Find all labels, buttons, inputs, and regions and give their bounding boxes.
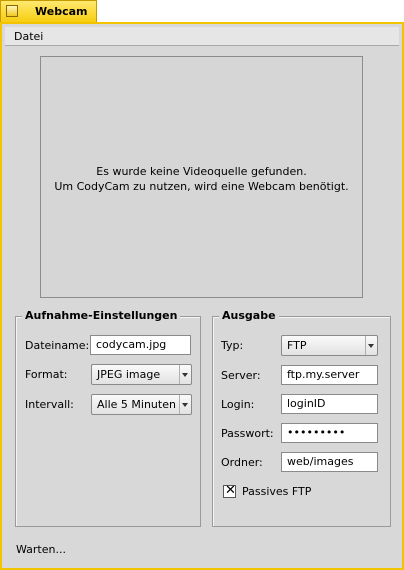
zoom-icon[interactable] (6, 5, 18, 17)
menu-datei[interactable]: Datei (14, 30, 43, 43)
interval-select[interactable]: Alle 5 Minuten (91, 394, 192, 415)
interval-value: Alle 5 Minuten (97, 398, 176, 411)
folder-label: Ordner: (221, 456, 263, 469)
capture-settings-group: Aufnahme-Einstellungen Dateiname: codyca… (15, 309, 201, 527)
capture-settings-title: Aufnahme-Einstellungen (22, 309, 181, 322)
menu-bar: Datei (5, 27, 399, 46)
interval-label: Intervall: (25, 398, 74, 411)
server-label: Server: (221, 369, 261, 382)
window-title: Webcam (35, 5, 88, 18)
folder-field[interactable]: web/images (281, 452, 378, 472)
check-mark-icon: ✕ (225, 483, 236, 498)
output-group: Ausgabe Typ: FTP Server: ftp.my.server L… (212, 309, 391, 527)
video-preview: Es wurde keine Videoquelle gefunden. Um … (40, 56, 363, 298)
no-source-message: Es wurde keine Videoquelle gefunden. Um … (41, 164, 362, 194)
type-select[interactable]: FTP (281, 335, 378, 356)
type-label: Typ: (221, 339, 244, 352)
output-title: Ausgabe (219, 309, 279, 322)
window-tab[interactable]: Webcam (0, 0, 97, 22)
webcam-window: Datei Es wurde keine Videoquelle gefunde… (0, 22, 404, 570)
filename-label: Dateiname: (25, 339, 90, 352)
passive-ftp-checkbox[interactable]: ✕ (223, 483, 236, 498)
format-select[interactable]: JPEG image (91, 364, 192, 385)
chevron-down-icon (179, 395, 191, 414)
window-content: Es wurde keine Videoquelle gefunden. Um … (5, 46, 399, 565)
status-text: Warten... (16, 543, 66, 556)
login-label: Login: (221, 398, 255, 411)
message-line-2: Um CodyCam zu nutzen, wird eine Webcam b… (54, 180, 349, 193)
format-value: JPEG image (97, 368, 161, 381)
message-line-1: Es wurde keine Videoquelle gefunden. (96, 165, 307, 178)
password-field[interactable]: ••••••••• (281, 423, 378, 443)
server-field[interactable]: ftp.my.server (281, 365, 378, 385)
passive-ftp-label: Passives FTP (242, 485, 312, 498)
format-label: Format: (25, 368, 68, 381)
type-value: FTP (287, 339, 307, 352)
filename-field[interactable]: codycam.jpg (90, 335, 191, 355)
login-field[interactable]: loginID (281, 394, 378, 414)
chevron-down-icon (365, 336, 377, 355)
password-label: Passwort: (221, 427, 274, 440)
chevron-down-icon (179, 365, 191, 384)
